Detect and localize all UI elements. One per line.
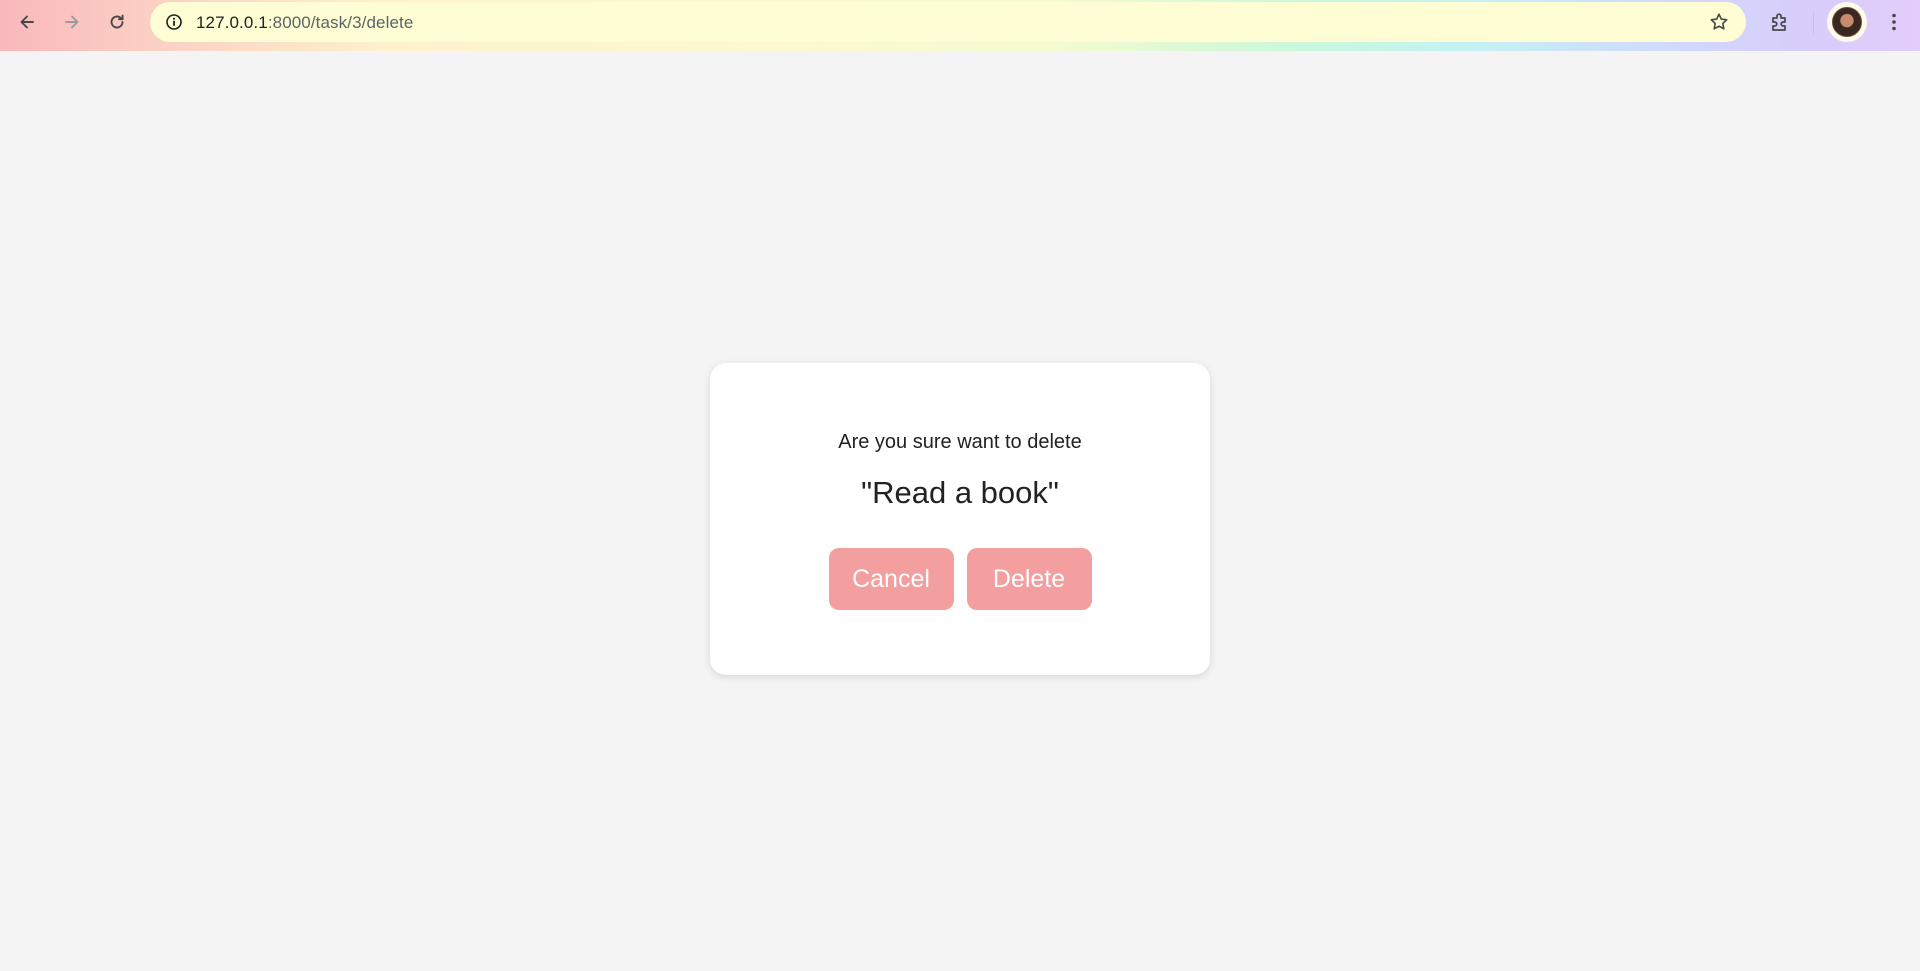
back-button[interactable] — [11, 6, 43, 38]
task-name: "Read a book" — [861, 475, 1059, 510]
arrow-right-icon — [65, 15, 79, 29]
reload-icon — [110, 14, 124, 29]
bookmark-button[interactable] — [1708, 11, 1730, 33]
cancel-button[interactable]: Cancel — [828, 548, 954, 610]
delete-confirmation-card: Are you sure want to delete "Read a book… — [710, 363, 1210, 675]
extensions-button[interactable] — [1766, 8, 1794, 36]
url-text: 127.0.0.1:8000/task/3/delete — [196, 13, 413, 33]
avatar — [1832, 7, 1862, 37]
url-host: 127.0.0.1 — [196, 13, 268, 32]
forward-button[interactable] — [56, 6, 88, 38]
star-icon — [1710, 13, 1728, 30]
profile-avatar-button[interactable] — [1827, 2, 1867, 42]
reload-button[interactable] — [101, 6, 133, 38]
confirmation-question: Are you sure want to delete — [838, 431, 1082, 453]
kebab-menu-icon — [1892, 13, 1896, 31]
url-path: :8000/task/3/delete — [267, 13, 414, 32]
address-bar[interactable]: 127.0.0.1:8000/task/3/delete — [150, 2, 1746, 42]
puzzle-icon — [1772, 13, 1786, 31]
delete-button[interactable]: Delete — [966, 548, 1092, 610]
info-icon — [166, 14, 182, 30]
site-info-button[interactable] — [162, 10, 186, 34]
arrow-left-icon — [20, 15, 34, 29]
toolbar-divider — [1813, 12, 1814, 34]
dialog-actions: Cancel Delete — [710, 548, 1210, 610]
browser-toolbar: 127.0.0.1:8000/task/3/delete — [0, 0, 1920, 51]
browser-menu-button[interactable] — [1880, 8, 1908, 36]
